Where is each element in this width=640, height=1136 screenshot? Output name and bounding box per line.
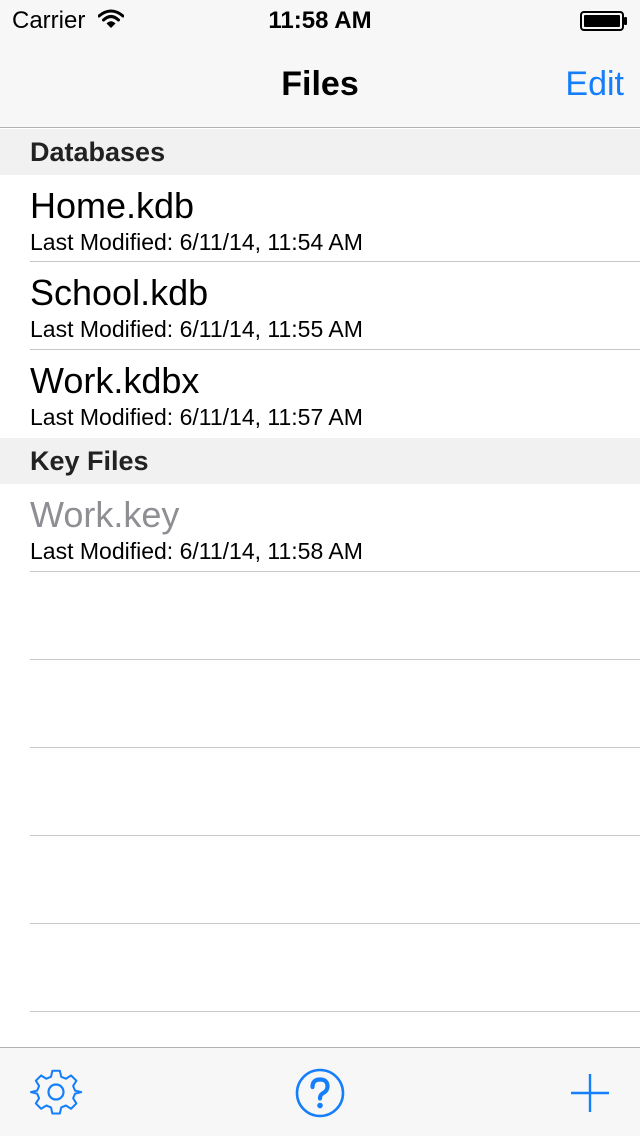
- row-separator: [30, 659, 640, 660]
- file-modified: Last Modified: 6/11/14, 11:57 AM: [30, 404, 363, 430]
- list-item-work-key[interactable]: Work.key Last Modified: 6/11/14, 11:58 A…: [0, 484, 640, 572]
- section-header-label: Key Files: [30, 446, 149, 476]
- file-name: Work.kdbx: [30, 360, 200, 401]
- row-separator: [30, 1011, 640, 1012]
- status-bar: Carrier 11:58 AM: [0, 0, 640, 40]
- list-item-school-kdb[interactable]: School.kdb Last Modified: 6/11/14, 11:55…: [0, 262, 640, 350]
- list-item-work-kdbx[interactable]: Work.kdbx Last Modified: 6/11/14, 11:57 …: [0, 350, 640, 438]
- row-separator: [30, 923, 640, 924]
- battery-icon: [580, 11, 627, 31]
- file-modified: Last Modified: 6/11/14, 11:54 AM: [30, 229, 363, 255]
- section-header-label: Databases: [30, 137, 166, 167]
- file-modified: Last Modified: 6/11/14, 11:55 AM: [30, 316, 363, 342]
- status-time: 11:58 AM: [268, 7, 372, 34]
- page-title: Files: [281, 65, 359, 103]
- gear-icon[interactable]: [29, 1066, 83, 1120]
- section-header-key-files: Key Files: [0, 438, 640, 484]
- row-separator: [30, 571, 640, 572]
- file-name: School.kdb: [30, 272, 209, 313]
- bottom-toolbar: [0, 1047, 640, 1136]
- edit-button[interactable]: Edit: [565, 64, 624, 104]
- question-circle-icon[interactable]: [293, 1066, 347, 1120]
- row-separator: [30, 835, 640, 836]
- navigation-bar: Files Edit: [0, 40, 640, 128]
- file-name: Home.kdb: [30, 185, 195, 226]
- file-name: Work.key: [30, 494, 180, 535]
- row-separator: [30, 747, 640, 748]
- file-modified: Last Modified: 6/11/14, 11:58 AM: [30, 538, 363, 564]
- section-header-databases: Databases: [0, 129, 640, 175]
- plus-icon[interactable]: [563, 1066, 617, 1120]
- list-item-home-kdb[interactable]: Home.kdb Last Modified: 6/11/14, 11:54 A…: [0, 175, 640, 263]
